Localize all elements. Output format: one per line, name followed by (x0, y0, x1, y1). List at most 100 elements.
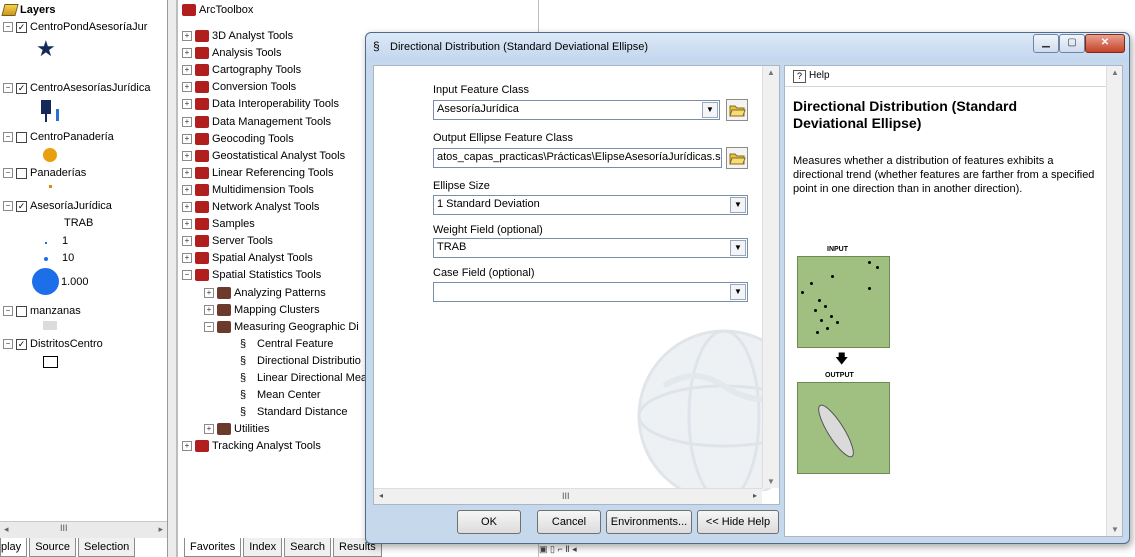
toolset-item[interactable]: + Spatial Analyst Tools (182, 250, 313, 266)
tab-display[interactable]: play (0, 538, 28, 557)
toolset-item[interactable]: + Geocoding Tools (182, 131, 294, 147)
layer-name[interactable]: manzanas (30, 305, 81, 317)
expand-icon[interactable]: + (182, 65, 192, 76)
collapse-icon[interactable]: − (204, 322, 214, 333)
weight-field-combo[interactable]: TRAB ▼ (433, 238, 748, 258)
ellipse-size-combo[interactable]: 1 Standard Deviation ▼ (433, 195, 748, 215)
tab-source[interactable]: Source (29, 538, 77, 557)
scroll-up-icon[interactable]: ▲ (1111, 68, 1119, 77)
toolset-item[interactable]: + Samples (182, 216, 255, 232)
toolset-item[interactable]: +3D Analyst Tools (182, 28, 293, 44)
layer-row[interactable]: − ✓ CentroPondAsesoríaJur (3, 19, 147, 35)
expand-icon[interactable]: + (182, 82, 192, 93)
toolset-item[interactable]: + Data Management Tools (182, 114, 331, 130)
collapse-icon[interactable]: − (3, 306, 13, 317)
cancel-button[interactable]: Cancel (537, 510, 601, 534)
layer-row[interactable]: − ✓ AsesoríaJurídica (3, 198, 112, 214)
layer-name[interactable]: CentroAsesoríasJurídica (30, 82, 150, 94)
expand-icon[interactable]: + (182, 236, 192, 247)
collapse-icon[interactable]: − (3, 201, 13, 212)
layer-name[interactable]: CentroPondAsesoríaJur (30, 21, 147, 33)
scroll-right-icon[interactable]: ▸ (753, 491, 757, 500)
tool-item[interactable]: § Linear Directional Mea (240, 370, 367, 386)
collapse-icon[interactable]: − (3, 168, 13, 179)
toolset-item[interactable]: + Analyzing Patterns (204, 285, 326, 301)
browse-button[interactable] (726, 147, 748, 169)
scroll-grip[interactable]: III (60, 523, 68, 533)
toolset-item[interactable]: + Linear Referencing Tools (182, 165, 333, 181)
layer-checkbox[interactable] (16, 305, 27, 317)
toolset-item[interactable]: − Spatial Statistics Tools (182, 267, 321, 283)
help-icon[interactable]: ? (793, 70, 806, 83)
scroll-up-icon[interactable]: ▲ (767, 68, 775, 77)
tool-item[interactable]: § Directional Distributio (240, 353, 361, 369)
layer-row[interactable]: − manzanas (3, 303, 81, 319)
layer-name[interactable]: Panaderías (30, 167, 86, 179)
map-toolbar-icons[interactable]: ▣ ▯ ⌐ Ⅱ ◂ (539, 544, 599, 556)
tool-item[interactable]: § Central Feature (240, 336, 333, 352)
toolset-item[interactable]: + Geostatistical Analyst Tools (182, 148, 345, 164)
help-vertical-scrollbar[interactable]: ▲ ▼ (1106, 66, 1122, 536)
help-tab-label[interactable]: Help (809, 70, 830, 81)
toolset-item[interactable]: − Measuring Geographic Di (204, 319, 359, 335)
collapse-icon[interactable]: − (3, 22, 13, 33)
collapse-icon[interactable]: − (3, 132, 13, 143)
ok-button[interactable]: OK (457, 510, 521, 534)
expand-icon[interactable]: + (204, 305, 214, 316)
browse-button[interactable] (726, 99, 748, 121)
input-feature-class-combo[interactable]: AsesoríaJurídica ▼ (433, 100, 720, 120)
toc-horizontal-scrollbar[interactable]: ◂ III ▸ (0, 521, 167, 538)
toolset-item[interactable]: + Network Analyst Tools (182, 199, 319, 215)
expand-icon[interactable]: + (182, 151, 192, 162)
case-field-combo[interactable]: ▼ (433, 282, 748, 302)
tool-item[interactable]: § Standard Distance (240, 404, 348, 420)
scroll-down-icon[interactable]: ▼ (1111, 525, 1119, 534)
tab-search[interactable]: Search (284, 538, 332, 557)
scroll-grip[interactable]: III (562, 491, 570, 501)
expand-icon[interactable]: + (204, 288, 214, 299)
toolset-item[interactable]: + Conversion Tools (182, 79, 296, 95)
toolset-item[interactable]: + Mapping Clusters (204, 302, 320, 318)
dropdown-arrow-icon[interactable]: ▼ (730, 197, 746, 213)
dropdown-arrow-icon[interactable]: ▼ (730, 240, 746, 256)
layer-checkbox[interactable]: ✓ (16, 82, 27, 94)
parameters-horizontal-scrollbar[interactable]: ◂ III ▸ (374, 488, 762, 504)
layer-checkbox[interactable]: ✓ (16, 338, 27, 350)
expand-icon[interactable]: + (182, 219, 192, 230)
toolbox-root[interactable]: ArcToolbox (182, 2, 253, 18)
toolset-item[interactable]: + Tracking Analyst Tools (182, 438, 321, 454)
expand-icon[interactable]: + (182, 48, 192, 59)
scroll-right-icon[interactable]: ▸ (158, 524, 163, 535)
dialog-titlebar[interactable]: § Directional Distribution (Standard Dev… (366, 33, 1129, 61)
panel-splitter[interactable] (168, 0, 177, 557)
layer-row[interactable]: − ✓ CentroAsesoríasJurídica (3, 80, 150, 96)
expand-icon[interactable]: + (182, 31, 192, 42)
hide-help-button[interactable]: << Hide Help (697, 510, 779, 534)
expand-icon[interactable]: + (182, 202, 192, 213)
toolset-item[interactable]: + Data Interoperability Tools (182, 96, 339, 112)
tab-favorites[interactable]: Favorites (184, 538, 242, 557)
expand-icon[interactable]: + (182, 99, 192, 110)
layer-checkbox[interactable] (16, 167, 27, 179)
tab-selection[interactable]: Selection (78, 538, 136, 557)
expand-icon[interactable]: + (182, 253, 192, 264)
close-button[interactable]: ✕ (1085, 34, 1125, 53)
maximize-button[interactable]: ▢ (1059, 34, 1085, 53)
layer-row[interactable]: − CentroPanadería (3, 129, 114, 145)
dropdown-arrow-icon[interactable]: ▼ (702, 102, 718, 118)
parameters-vertical-scrollbar[interactable]: ▲ ▼ (762, 66, 779, 488)
tool-item[interactable]: § Mean Center (240, 387, 321, 403)
expand-icon[interactable]: + (182, 185, 192, 196)
layer-row[interactable]: − ✓ DistritosCentro (3, 336, 103, 352)
layer-name[interactable]: AsesoríaJurídica (30, 200, 112, 212)
expand-icon[interactable]: + (182, 117, 192, 128)
scroll-left-icon[interactable]: ◂ (4, 524, 9, 535)
expand-icon[interactable]: + (182, 441, 192, 452)
collapse-icon[interactable]: − (3, 83, 13, 94)
scroll-left-icon[interactable]: ◂ (379, 491, 383, 500)
layer-row[interactable]: − Panaderías (3, 165, 86, 181)
collapse-icon[interactable]: − (182, 270, 192, 281)
layer-name[interactable]: DistritosCentro (30, 338, 103, 350)
output-ellipse-field[interactable]: atos_capas_practicas\Prácticas\ElipseAse… (433, 148, 722, 168)
toolset-item[interactable]: + Multidimension Tools (182, 182, 314, 198)
